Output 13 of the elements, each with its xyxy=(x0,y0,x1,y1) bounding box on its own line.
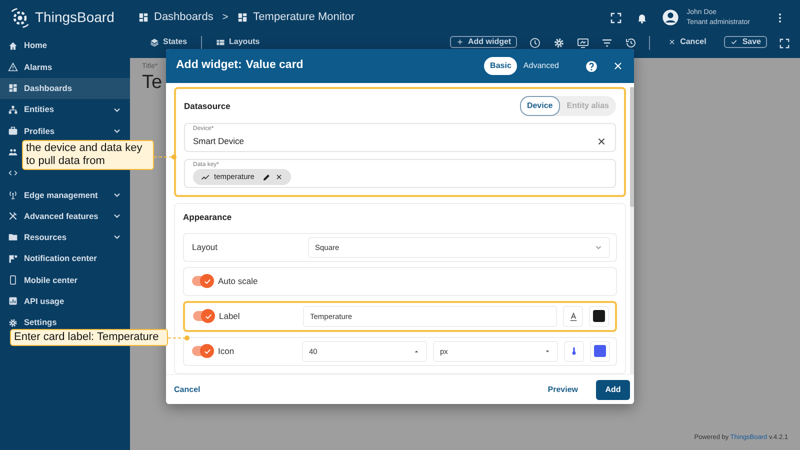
row-label: Layout xyxy=(192,240,219,254)
dashboard-title: Te xyxy=(142,72,162,94)
annotation-tooltip: the device and data key to pull data from xyxy=(22,140,154,170)
section-title: Datasource xyxy=(184,100,230,112)
row-label: Icon xyxy=(218,344,236,358)
widget-type-name: Value card xyxy=(246,58,304,74)
breadcrumb-separator: > xyxy=(222,11,228,25)
app-logo-text: ThingsBoard xyxy=(35,8,114,27)
row-label: Auto scale xyxy=(218,274,259,288)
row-label: Label xyxy=(219,310,241,323)
section-title: Appearance xyxy=(183,211,233,224)
annotation-tooltip: Enter card label: Temperature xyxy=(10,329,168,346)
dialog-title: Add widget: xyxy=(176,58,242,74)
